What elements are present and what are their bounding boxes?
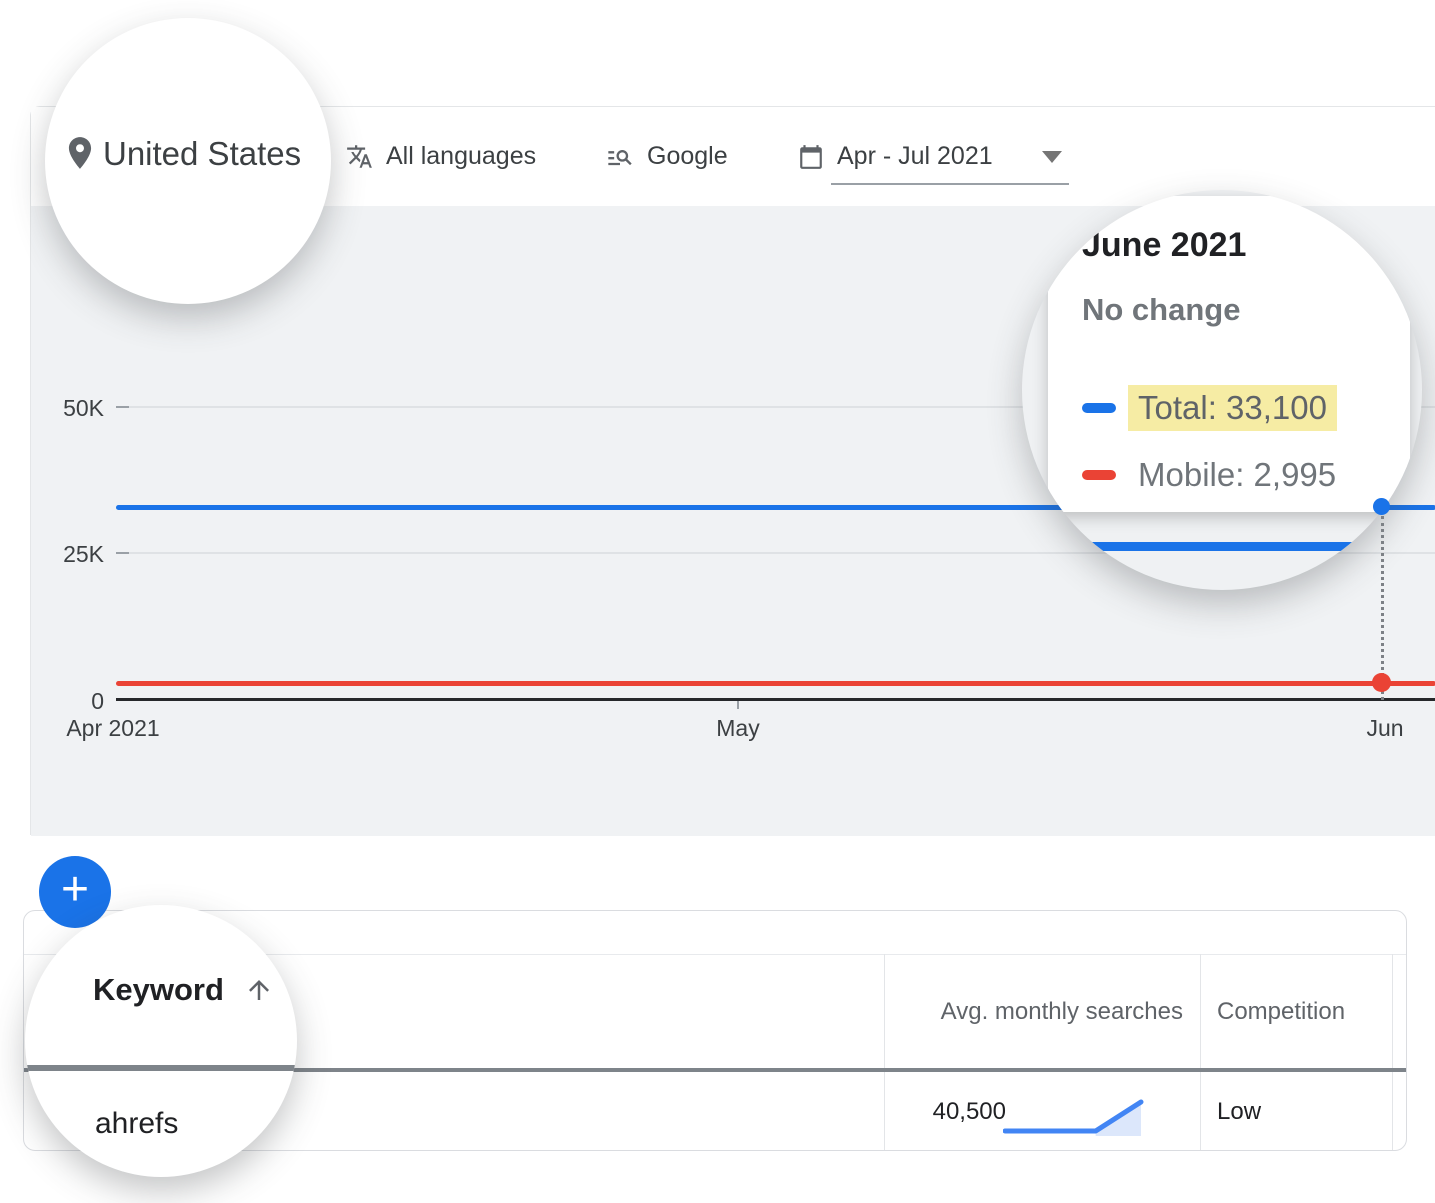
y-tick-label-25k: 25K xyxy=(31,540,104,568)
sort-ascending-arrow-icon xyxy=(244,975,274,1005)
network-filter-label: Google xyxy=(647,142,728,171)
location-filter-label[interactable]: United States xyxy=(103,135,301,173)
keyword-magnifier-circle: Keyword ahrefs xyxy=(25,905,297,1177)
total-legend-dash-icon xyxy=(1082,403,1116,413)
keyword-cell[interactable]: ahrefs xyxy=(95,1107,178,1141)
tooltip-month-title: June 2021 xyxy=(1082,226,1246,265)
calendar-icon xyxy=(798,144,824,170)
language-filter-label: All languages xyxy=(386,142,536,171)
gridtick-50k xyxy=(116,406,129,408)
column-header-keyword[interactable]: Keyword xyxy=(93,971,274,1009)
keyword-planner-screen: All languages Google Apr - Jul 2021 xyxy=(0,0,1435,1203)
mobile-data-point-jun[interactable] xyxy=(1372,673,1391,692)
tooltip-magnifier-circle: June 2021 No change Total: 33,100 Mobile… xyxy=(1022,190,1422,590)
mobile-legend-dash-icon xyxy=(1082,470,1116,480)
x-tick-may xyxy=(737,701,739,709)
tooltip-mobile-value: Mobile: 2,995 xyxy=(1128,452,1346,498)
network-filter-button[interactable]: Google xyxy=(606,107,728,206)
mobile-series-line xyxy=(116,681,1435,686)
competition-cell: Low xyxy=(1217,1072,1261,1152)
magnified-total-line xyxy=(1022,542,1422,551)
total-data-point-jun[interactable] xyxy=(1373,498,1390,515)
location-magnifier-circle: United States xyxy=(45,18,331,304)
x-tick-label-may: May xyxy=(716,714,759,742)
chart-tooltip: June 2021 No change Total: 33,100 Mobile… xyxy=(1048,196,1410,512)
plus-icon: + xyxy=(61,866,89,914)
column-header-avg-monthly-searches[interactable]: Avg. monthly searches xyxy=(884,955,1200,1068)
column-header-competition[interactable]: Competition xyxy=(1217,955,1345,1068)
x-axis-line xyxy=(116,698,1435,701)
x-tick-label-jun: Jun xyxy=(1366,714,1403,742)
location-pin-icon xyxy=(61,134,99,172)
tooltip-mobile-row: Mobile: 2,995 xyxy=(1082,451,1346,499)
tooltip-total-row: Total: 33,100 xyxy=(1082,384,1337,432)
language-filter-button[interactable]: All languages xyxy=(346,107,536,206)
search-network-icon xyxy=(606,143,634,171)
gridtick-25k xyxy=(116,552,129,554)
magnified-header-separator xyxy=(25,1065,297,1071)
x-tick-label-apr: Apr 2021 xyxy=(66,714,159,742)
date-range-label: Apr - Jul 2021 xyxy=(837,142,993,171)
chevron-down-icon xyxy=(1042,151,1062,163)
avg-monthly-searches-cell: 40,500 xyxy=(724,1072,1006,1152)
y-tick-label-0: 0 xyxy=(31,687,104,715)
date-range-underline xyxy=(831,183,1069,185)
search-trend-sparkline-icon xyxy=(1003,1094,1151,1140)
add-keywords-fab[interactable]: + xyxy=(39,856,111,928)
translate-icon xyxy=(346,143,373,170)
tooltip-change-status: No change xyxy=(1082,292,1240,328)
y-tick-label-50k: 50K xyxy=(31,394,104,422)
column-divider xyxy=(1200,954,1201,1150)
tooltip-total-value: Total: 33,100 xyxy=(1128,385,1337,431)
date-range-selector[interactable]: Apr - Jul 2021 xyxy=(798,107,1062,206)
column-divider xyxy=(1392,954,1393,1150)
